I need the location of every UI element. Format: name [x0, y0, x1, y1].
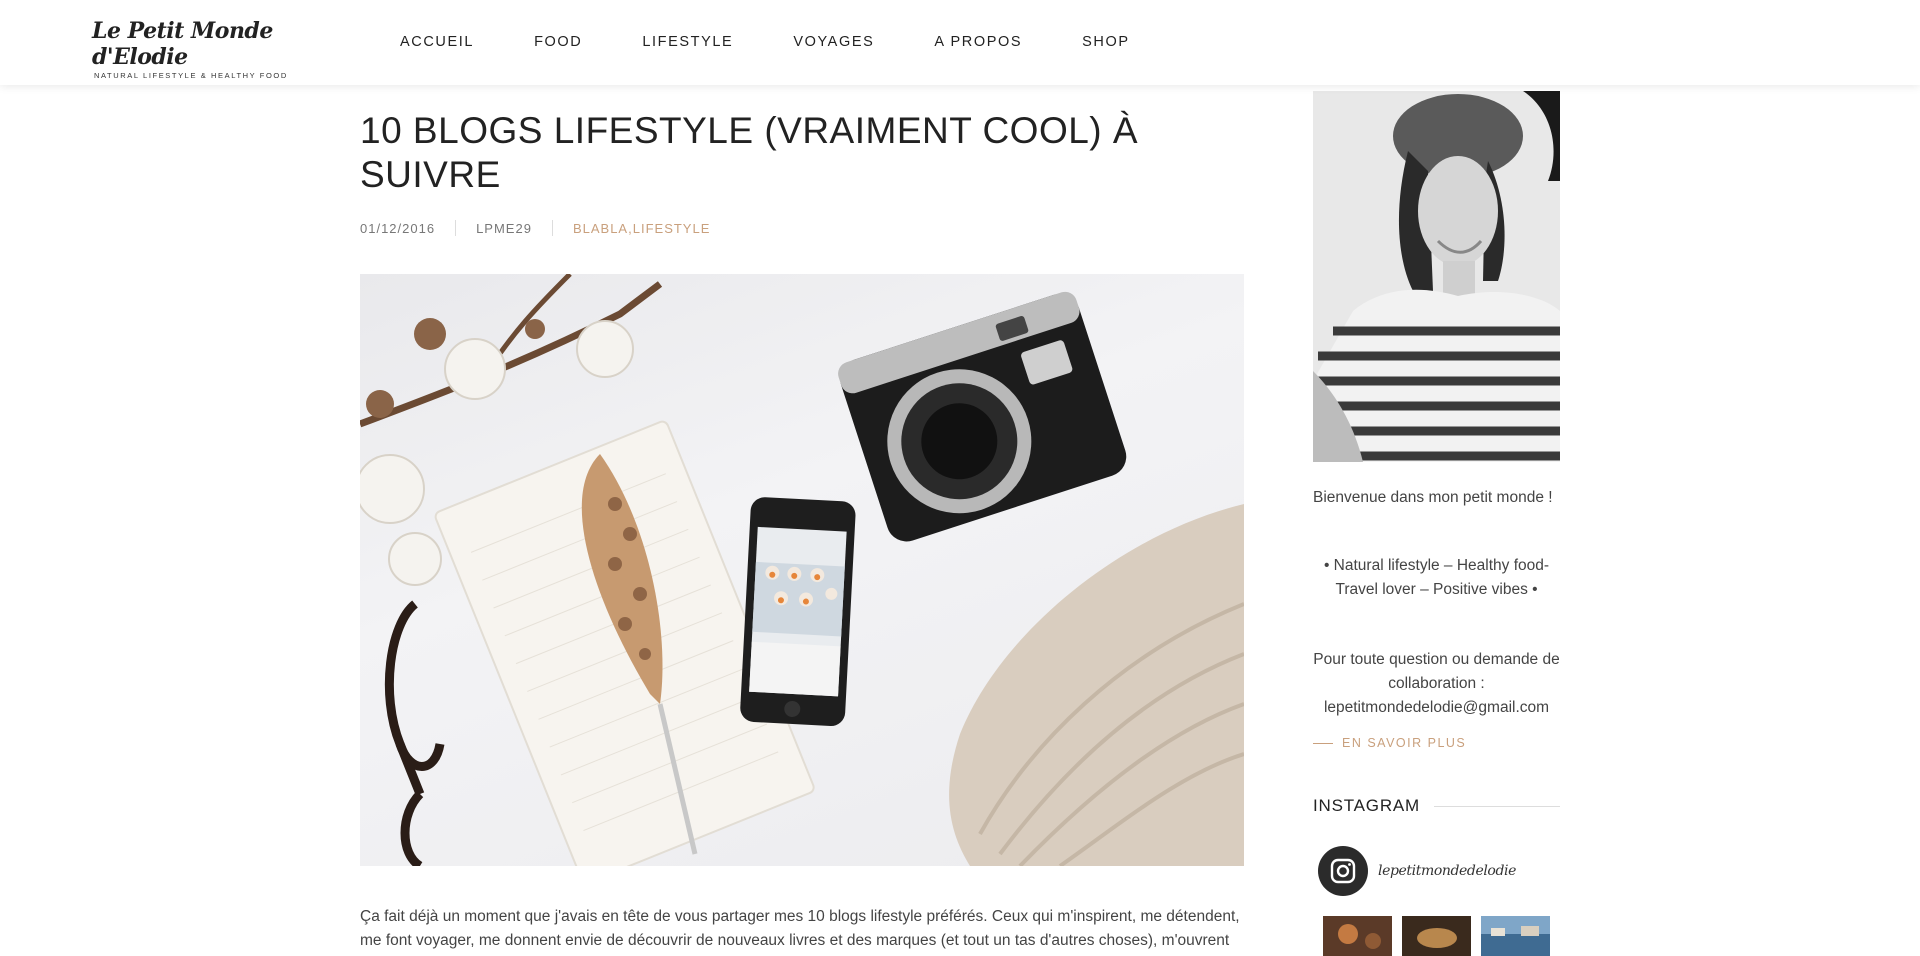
sidebar: Bienvenue dans mon petit monde ! • Natur…	[1313, 91, 1560, 956]
article-intro-line: me font voyager, me donnent envie de déc…	[360, 932, 1230, 949]
site-logo[interactable]: Le Petit Monde d'Elodie NATURAL LIFESTYL…	[92, 18, 292, 80]
instagram-heading: INSTAGRAM	[1313, 796, 1560, 816]
instagram-thumbnail[interactable]	[1323, 916, 1392, 956]
contact-line: Pour toute question ou demande de	[1313, 651, 1560, 668]
instagram-title: INSTAGRAM	[1313, 796, 1421, 815]
article-intro-line: Ça fait déjà un moment que j'avais en tê…	[360, 908, 1240, 925]
article-date: 01/12/2016	[360, 220, 436, 236]
thumbnail-image	[1402, 916, 1471, 956]
nav-item-shop[interactable]: SHOP	[1082, 33, 1130, 51]
read-more-label: EN SAVOIR PLUS	[1342, 736, 1467, 750]
instagram-grid	[1313, 916, 1560, 956]
site-header: Le Petit Monde d'Elodie NATURAL LIFESTYL…	[0, 0, 1920, 85]
nav-item-lifestyle[interactable]: LIFESTYLE	[642, 33, 733, 51]
nav-item-a-propos[interactable]: A PROPOS	[934, 33, 1022, 51]
logo-script: Le Petit Monde d'Elodie	[92, 18, 273, 70]
nav-item-voyages[interactable]: VOYAGES	[793, 33, 874, 51]
flatlay-illustration	[360, 274, 1244, 866]
instagram-icon	[1330, 858, 1356, 884]
instagram-thumbnail[interactable]	[1402, 916, 1471, 956]
nav-item-accueil[interactable]: ACCUEIL	[400, 33, 474, 51]
contact-email[interactable]: lepetitmondedelodie@gmail.com	[1313, 696, 1560, 720]
category-link-lifestyle[interactable]: LIFESTYLE	[633, 221, 711, 236]
tagline-line: • Natural lifestyle – Healthy food-	[1323, 557, 1550, 574]
meta-divider	[455, 220, 457, 236]
nav-item-food[interactable]: FOOD	[534, 33, 582, 51]
logo-tagline: NATURAL LIFESTYLE & HEALTHY FOOD	[94, 71, 288, 80]
welcome-text: Bienvenue dans mon petit monde !	[1313, 489, 1553, 506]
article-body: Ça fait déjà un moment que j'avais en tê…	[360, 905, 1244, 953]
contact-info: Pour toute question ou demande de collab…	[1313, 648, 1560, 720]
meta-divider	[551, 220, 553, 236]
category-link-blabla[interactable]: BLABLA	[573, 221, 628, 236]
tagline-line: Travel lover – Positive vibes •	[1335, 581, 1538, 598]
read-more-link[interactable]: EN SAVOIR PLUS	[1313, 736, 1560, 750]
contact-line: collaboration :	[1388, 675, 1485, 692]
article-author[interactable]: LPME29	[476, 221, 532, 236]
read-more-line	[1313, 742, 1333, 744]
instagram-handle[interactable]: lepetitmondedelodie	[1378, 863, 1516, 879]
article-meta: 01/12/2016 LPME29 BLABLA , LIFESTYLE	[360, 219, 1244, 237]
hero-image	[360, 274, 1244, 866]
instagram-avatar[interactable]	[1318, 846, 1368, 896]
article: 10 BLOGS LIFESTYLE (VRAIMENT COOL) À SUI…	[360, 85, 1244, 949]
article-title: 10 BLOGS LIFESTYLE (VRAIMENT COOL) À SUI…	[360, 110, 1139, 195]
blog-tagline: • Natural lifestyle – Healthy food- Trav…	[1313, 554, 1560, 602]
author-portrait	[1313, 91, 1560, 462]
thumbnail-image	[1481, 916, 1550, 956]
instagram-thumbnail[interactable]	[1481, 916, 1550, 956]
heading-rule	[1434, 805, 1560, 807]
main-nav: ACCUEIL FOOD LIFESTYLE VOYAGES A PROPOS …	[400, 33, 1190, 51]
thumbnail-image	[1323, 916, 1392, 956]
instagram-profile[interactable]: lepetitmondedelodie	[1313, 846, 1560, 896]
portrait-illustration	[1313, 91, 1560, 462]
